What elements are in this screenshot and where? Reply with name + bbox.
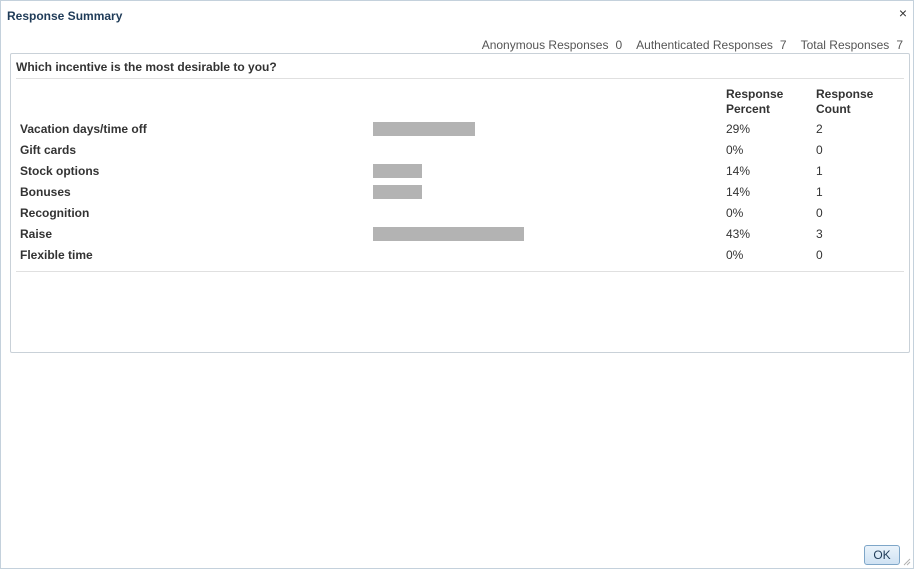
answer-label: Recognition [20, 206, 90, 220]
close-icon[interactable]: × [896, 5, 910, 21]
answer-bar [373, 122, 475, 136]
answer-bar [373, 227, 524, 241]
answer-percent: 0% [726, 143, 744, 157]
response-percent-header: Response Percent [726, 87, 783, 117]
answer-bar-track [373, 206, 673, 220]
answer-bar-track [373, 122, 673, 136]
answer-row: Stock options 14% 1 [11, 161, 909, 182]
response-count-header-line2: Count [816, 102, 851, 116]
response-totals: Anonymous Responses 0 Authenticated Respon… [482, 38, 903, 52]
total-responses-value: 7 [896, 38, 903, 52]
answer-bar-track [373, 164, 673, 178]
answer-label: Vacation days/time off [20, 122, 147, 136]
response-count-header-line1: Response [816, 87, 874, 101]
answer-label: Bonuses [20, 185, 71, 199]
answer-label: Raise [20, 227, 53, 241]
response-summary-dialog: Response Summary × Anonymous Responses 0 A… [0, 0, 914, 569]
answer-row: Vacation days/time off 29% 2 [11, 119, 909, 140]
question-panel: Which incentive is the most desirable to… [10, 53, 910, 353]
total-responses-label: Total Responses [800, 38, 890, 52]
answer-count: 1 [816, 185, 823, 199]
anonymous-responses-label: Anonymous Responses [481, 38, 609, 52]
answer-bar [373, 164, 422, 178]
answer-percent: 43% [726, 227, 751, 241]
answer-percent: 14% [726, 164, 751, 178]
answer-row: Raise 43% 3 [11, 224, 909, 245]
question-divider [16, 78, 904, 79]
answer-bar-track [373, 248, 673, 262]
dialog-title-bar[interactable]: Response Summary × [1, 1, 913, 31]
answer-count: 1 [816, 164, 823, 178]
answer-row: Bonuses 14% 1 [11, 182, 909, 203]
answer-count: 0 [816, 143, 823, 157]
answer-row: Gift cards 0% 0 [11, 140, 909, 161]
answer-bar [373, 185, 422, 199]
dialog-title: Response Summary [7, 9, 123, 23]
answer-row: Recognition 0% 0 [11, 203, 909, 224]
answer-bar-track [373, 185, 673, 199]
answer-percent: 14% [726, 185, 751, 199]
response-percent-header-line1: Response [726, 87, 784, 101]
authenticated-responses-value: 7 [779, 38, 787, 52]
answer-label: Gift cards [20, 143, 77, 157]
table-bottom-divider [16, 271, 904, 272]
answer-count: 3 [816, 227, 823, 241]
answer-bar-track [373, 227, 673, 241]
answer-count: 0 [816, 206, 823, 220]
anonymous-responses-value: 0 [615, 38, 623, 52]
answer-percent: 0% [726, 206, 744, 220]
answer-label: Stock options [20, 164, 100, 178]
answer-count: 2 [816, 122, 823, 136]
answer-row: Flexible time 0% 0 [11, 245, 909, 266]
ok-button[interactable]: OK [864, 545, 900, 565]
answer-count: 0 [816, 248, 823, 262]
answer-bar-track [373, 143, 673, 157]
response-count-header: Response Count [816, 87, 873, 117]
answer-label: Flexible time [20, 248, 93, 262]
answer-percent: 29% [726, 122, 751, 136]
resize-grip-icon[interactable] [901, 556, 911, 566]
response-percent-header-line2: Percent [726, 102, 771, 116]
authenticated-responses-label: Authenticated Responses [636, 38, 773, 52]
question-text: Which incentive is the most desirable to… [16, 60, 277, 74]
answer-percent: 0% [726, 248, 744, 262]
